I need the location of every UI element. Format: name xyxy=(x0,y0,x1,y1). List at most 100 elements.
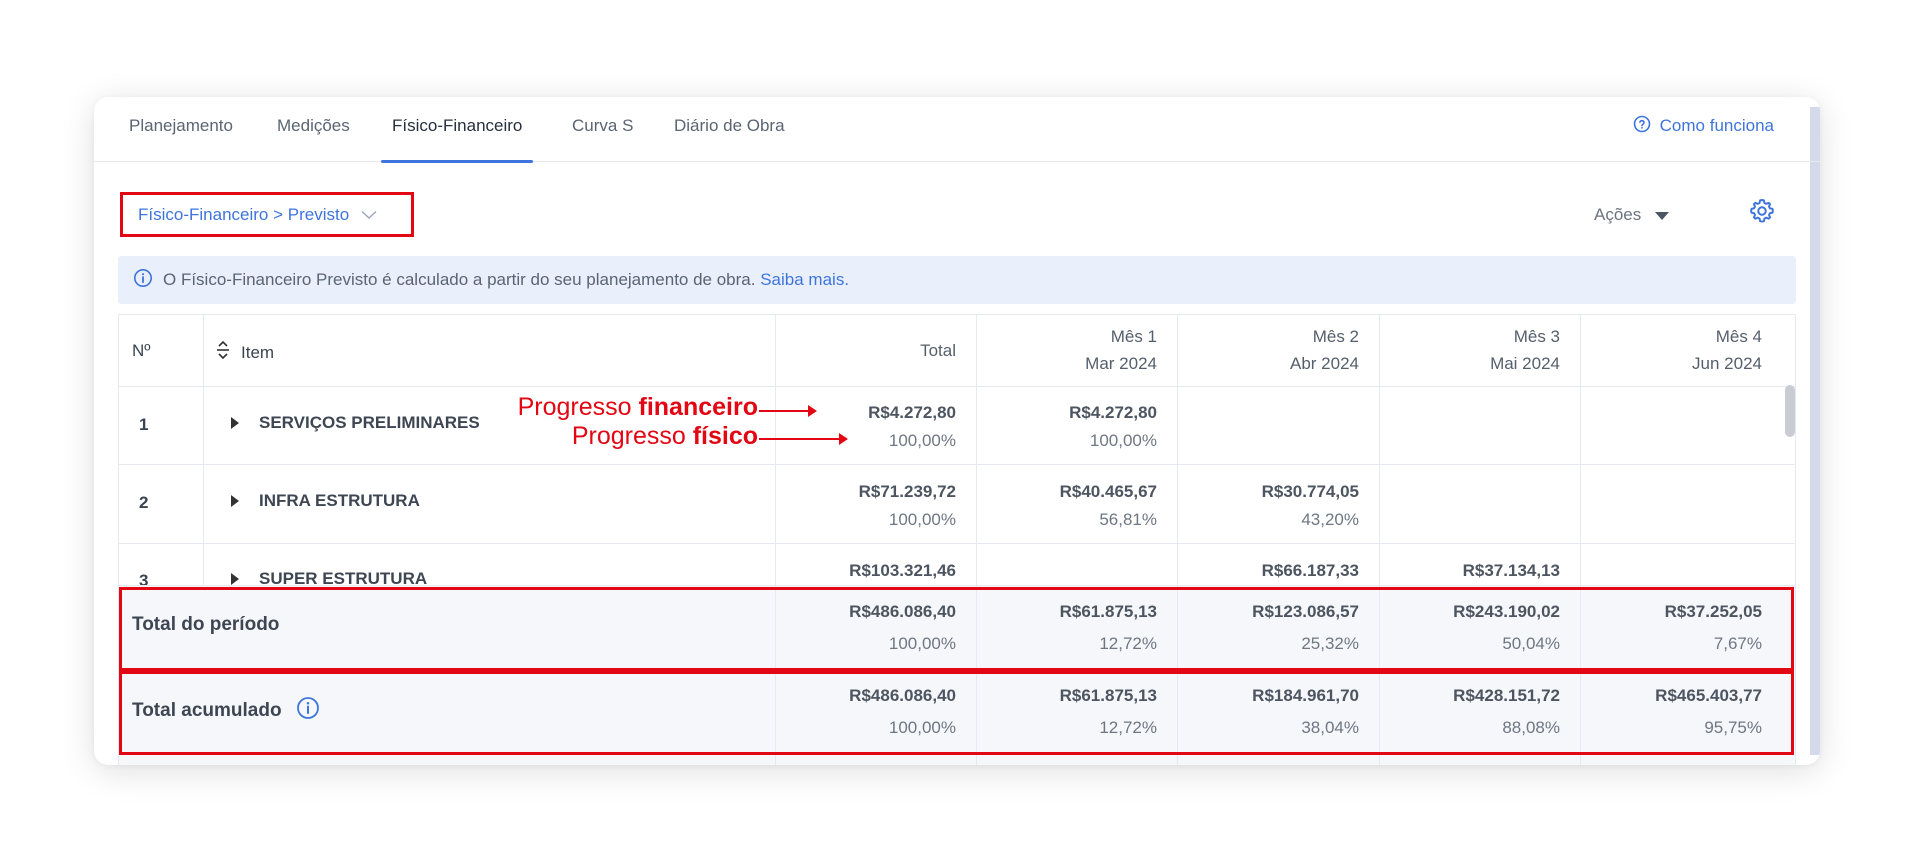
total-period-month-3-value: R$243.190,02 xyxy=(1453,602,1560,621)
tab-bar: Planejamento Medições Físico-Financeiro … xyxy=(94,97,1820,163)
header-month-1-number: Mês 1 xyxy=(1110,327,1157,346)
expand-caret-icon[interactable] xyxy=(231,573,239,585)
fisico-financeiro-card: Planejamento Medições Físico-Financeiro … xyxy=(94,97,1820,765)
total-accumulated-month-2-value: R$184.961,70 xyxy=(1252,686,1359,705)
expand-caret-icon[interactable] xyxy=(231,495,239,507)
total-period-total-value: R$486.086,40 xyxy=(849,602,956,621)
total-accumulated-total: R$486.086,40 100,00% xyxy=(775,680,956,744)
annotation-fisico-prefix: Progresso xyxy=(571,422,693,450)
total-accumulated-month-3: R$428.151,72 88,08% xyxy=(1379,680,1560,744)
total-period-label: Total do período xyxy=(132,614,280,635)
total-period-month-4-value: R$37.252,05 xyxy=(1664,602,1762,621)
header-month-3-date: Mai 2024 xyxy=(1490,354,1560,373)
tab-fisico-financeiro[interactable]: Físico-Financeiro xyxy=(381,97,534,163)
card-edge-bar xyxy=(1810,107,1820,755)
annotation-financeiro: Progresso financeiro xyxy=(518,393,758,422)
settings-button[interactable] xyxy=(1744,195,1780,231)
table-row-1-item[interactable]: SERVIÇOS PRELIMINARES xyxy=(231,413,480,433)
banner-text: O Físico-Financeiro Previsto é calculado… xyxy=(163,270,849,290)
view-selector-dropdown[interactable]: Físico-Financeiro > Previsto xyxy=(120,192,414,237)
acoes-dropdown[interactable]: Ações xyxy=(1594,197,1670,233)
tab-curva-s[interactable]: Curva S xyxy=(572,97,633,162)
row-2-month-2: R$30.774,05 43,20% xyxy=(1177,478,1359,534)
total-period-month-4-pct: 7,67% xyxy=(1713,634,1762,653)
header-total: Total xyxy=(920,341,956,360)
info-banner: O Físico-Financeiro Previsto é calculado… xyxy=(118,256,1796,304)
total-accumulated-month-3-pct: 88,08% xyxy=(1502,718,1560,737)
banner-message: O Físico-Financeiro Previsto é calculado… xyxy=(163,270,756,289)
total-period-month-1: R$61.875,13 12,72% xyxy=(976,596,1157,660)
info-icon[interactable] xyxy=(296,696,320,726)
tab-diario-de-obra[interactable]: Diário de Obra xyxy=(674,97,785,162)
row-3-total: R$103.321,46 xyxy=(775,557,956,585)
total-period-month-4: R$37.252,05 7,67% xyxy=(1580,596,1762,660)
row-divider xyxy=(119,543,1795,544)
header-month-3: Mês 3 Mai 2024 xyxy=(1379,323,1560,377)
header-month-2: Mês 2 Abr 2024 xyxy=(1177,323,1359,377)
expand-collapse-icon[interactable] xyxy=(215,340,231,365)
annotation-financeiro-bold: financeiro xyxy=(638,393,758,421)
total-period-month-2-pct: 25,32% xyxy=(1301,634,1359,653)
total-accumulated-month-4-value: R$465.403,77 xyxy=(1655,686,1762,705)
tab-medicoes[interactable]: Medições xyxy=(277,97,350,162)
header-month-4-number: Mês 4 xyxy=(1715,327,1762,346)
header-month-1: Mês 1 Mar 2024 xyxy=(976,323,1157,377)
row-1-month-1: R$4.272,80 100,00% xyxy=(976,399,1157,455)
row-divider xyxy=(119,386,1795,387)
header-item[interactable]: Item xyxy=(215,340,274,365)
total-accumulated-month-1-pct: 12,72% xyxy=(1099,718,1157,737)
total-accumulated-month-3-value: R$428.151,72 xyxy=(1453,686,1560,705)
row-3-total-value: R$103.321,46 xyxy=(849,561,956,580)
total-accumulated-label-group: Total acumulado xyxy=(132,696,320,726)
row-2-total-pct: 100,00% xyxy=(888,510,956,529)
gear-icon xyxy=(1748,197,1776,230)
header-item-label: Item xyxy=(241,342,275,362)
tab-planejamento[interactable]: Planejamento xyxy=(129,97,233,162)
row-1-name: SERVIÇOS PRELIMINARES xyxy=(259,413,480,432)
total-accumulated-month-1: R$61.875,13 12,72% xyxy=(976,680,1157,744)
annotation-financeiro-arrow xyxy=(759,405,817,417)
total-period-month-1-value: R$61.875,13 xyxy=(1059,602,1157,621)
expand-caret-icon[interactable] xyxy=(231,417,239,429)
question-circle-icon xyxy=(1633,115,1651,138)
info-icon xyxy=(133,268,153,293)
header-month-3-number: Mês 3 xyxy=(1513,327,1560,346)
row-3-month-3-value: R$37.134,13 xyxy=(1462,561,1560,580)
header-month-4-date: Jun 2024 xyxy=(1692,354,1762,373)
table-scrollbar[interactable] xyxy=(1785,385,1795,437)
row-1-total: R$4.272,80 100,00% xyxy=(775,399,956,455)
saiba-mais-link[interactable]: Saiba mais. xyxy=(760,270,849,289)
row-2-name: INFRA ESTRUTURA xyxy=(259,491,420,510)
total-accumulated-month-1-value: R$61.875,13 xyxy=(1059,686,1157,705)
caret-down-icon xyxy=(1655,205,1670,225)
table-row-2-item[interactable]: INFRA ESTRUTURA xyxy=(231,491,420,511)
row-1-total-value: R$4.272,80 xyxy=(868,403,956,422)
total-period-month-3-pct: 50,04% xyxy=(1502,634,1560,653)
row-2-number: 2 xyxy=(139,493,149,512)
row-1-month-1-value: R$4.272,80 xyxy=(1069,403,1157,422)
acoes-label: Ações xyxy=(1594,205,1642,224)
row-2-total-value: R$71.239,72 xyxy=(858,482,956,501)
row-1-number: 1 xyxy=(139,415,149,434)
annotation-financeiro-prefix: Progresso xyxy=(517,393,639,421)
header-num: Nº xyxy=(132,341,151,360)
tab-fisico-financeiro-label: Físico-Financeiro xyxy=(392,116,523,135)
como-funciona-link[interactable]: Como funciona xyxy=(1633,97,1774,155)
total-period-month-3: R$243.190,02 50,04% xyxy=(1379,596,1560,660)
fisico-financeiro-table: Nº Item Total Mês 1 Mar 2024 Mês 2 Abr 2… xyxy=(118,314,1796,765)
row-1-month-1-pct: 100,00% xyxy=(1089,431,1157,450)
total-period-month-1-pct: 12,72% xyxy=(1099,634,1157,653)
total-period-row: Total do período R$486.086,40 100,00% R$… xyxy=(119,585,1795,669)
total-accumulated-month-2: R$184.961,70 38,04% xyxy=(1177,680,1359,744)
view-selector-label: Físico-Financeiro > Previsto xyxy=(138,204,350,224)
annotation-fisico: Progresso físico xyxy=(572,422,758,451)
total-accumulated-row: Total acumulado R$486.086,40 100,00% R$6… xyxy=(119,669,1795,765)
chevron-down-icon xyxy=(361,210,377,220)
row-2-total: R$71.239,72 100,00% xyxy=(775,478,956,534)
row-2-month-1: R$40.465,67 56,81% xyxy=(976,478,1157,534)
total-period-total: R$486.086,40 100,00% xyxy=(775,596,956,660)
total-accumulated-month-4-pct: 95,75% xyxy=(1704,718,1762,737)
row-2-month-1-value: R$40.465,67 xyxy=(1059,482,1157,501)
row-2-month-2-pct: 43,20% xyxy=(1301,510,1359,529)
row-1-total-pct: 100,00% xyxy=(888,431,956,450)
